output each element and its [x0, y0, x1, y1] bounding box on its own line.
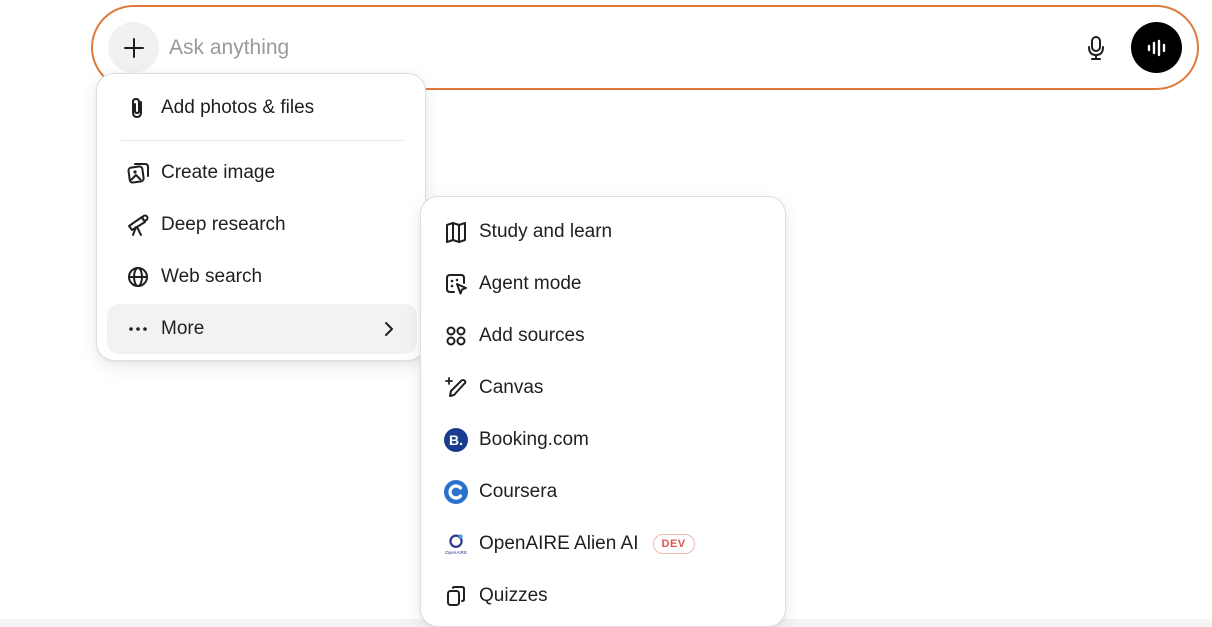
chevron-right-icon: [377, 317, 401, 341]
connectors-icon: [443, 323, 469, 349]
menu-item-study-and-learn[interactable]: Study and learn: [431, 207, 777, 257]
microphone-icon: [1086, 35, 1106, 61]
menu-item-label: Create image: [161, 162, 276, 183]
voice-mode-button[interactable]: [1131, 22, 1182, 73]
menu-item-agent-mode[interactable]: Agent mode: [431, 259, 777, 309]
booking-logo-icon: B.: [443, 427, 469, 453]
menu-item-canvas[interactable]: Canvas: [431, 363, 777, 413]
more-submenu: Study and learn Agent mode Add sources C…: [420, 196, 786, 627]
menu-item-label: Agent mode: [479, 273, 582, 294]
svg-text:OpenAIRE: OpenAIRE: [445, 550, 467, 555]
svg-text:B.: B.: [449, 432, 463, 448]
menu-item-add-photos-files[interactable]: Add photos & files: [107, 83, 417, 133]
coursera-logo-icon: [443, 479, 469, 505]
menu-item-label: Quizzes: [479, 585, 548, 606]
globe-icon: [125, 264, 151, 290]
menu-item-label: Booking.com: [479, 429, 589, 450]
plus-icon: [123, 37, 145, 59]
attach-menu: Add photos & files Create image Deep res…: [96, 73, 426, 361]
openaire-logo-icon: OpenAIRE: [443, 531, 469, 557]
agent-cursor-icon: [443, 271, 469, 297]
menu-item-label: OpenAIRE Alien AI: [479, 533, 639, 554]
menu-item-add-sources[interactable]: Add sources: [431, 311, 777, 361]
menu-divider: [121, 140, 403, 141]
menu-item-create-image[interactable]: Create image: [107, 148, 417, 198]
menu-item-openaire[interactable]: OpenAIRE OpenAIRE Alien AI DEV: [431, 519, 777, 569]
attach-button[interactable]: [108, 22, 159, 73]
dev-badge: DEV: [652, 534, 695, 554]
cards-icon: [443, 583, 469, 609]
menu-item-label: Add photos & files: [161, 97, 315, 118]
image-icon: [125, 160, 151, 186]
book-icon: [443, 219, 469, 245]
menu-item-label: Canvas: [479, 377, 544, 398]
dictate-button[interactable]: [1079, 31, 1113, 65]
paperclip-icon: [125, 95, 151, 121]
telescope-icon: [125, 212, 151, 238]
menu-item-more[interactable]: More: [107, 304, 417, 354]
menu-item-booking[interactable]: B. Booking.com: [431, 415, 777, 465]
menu-item-deep-research[interactable]: Deep research: [107, 200, 417, 250]
menu-item-label: Coursera: [479, 481, 558, 502]
menu-item-label: Web search: [161, 266, 263, 287]
ellipsis-icon: [125, 316, 151, 342]
menu-item-label: Study and learn: [479, 221, 613, 242]
voice-waveform-icon: [1146, 39, 1168, 57]
menu-item-label: Deep research: [161, 214, 286, 235]
menu-item-label: More: [161, 318, 205, 339]
prompt-input[interactable]: [169, 31, 1049, 65]
menu-item-coursera[interactable]: Coursera: [431, 467, 777, 517]
menu-item-web-search[interactable]: Web search: [107, 252, 417, 302]
menu-item-label: Add sources: [479, 325, 585, 346]
menu-item-quizzes[interactable]: Quizzes: [431, 571, 777, 621]
pencil-sparkle-icon: [443, 375, 469, 401]
